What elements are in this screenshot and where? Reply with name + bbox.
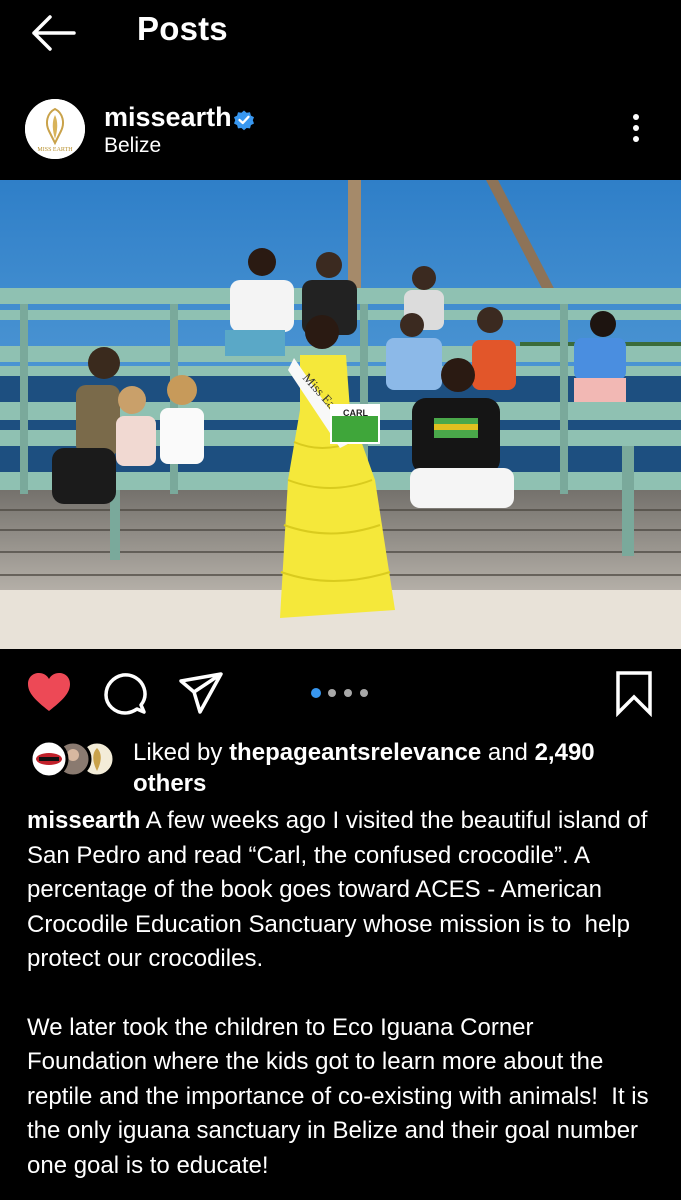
- carousel-dot: [344, 689, 352, 697]
- verified-badge-icon: [234, 110, 254, 131]
- post-header: MISS EARTH missearth Belize: [0, 96, 681, 168]
- carousel-dot: [328, 689, 336, 697]
- caption-spacer: [27, 977, 659, 1011]
- likes-others[interactable]: others: [133, 770, 206, 797]
- comment-icon[interactable]: [101, 669, 149, 717]
- logo-text: MISS EARTH: [37, 147, 73, 153]
- caption-paragraph: missearth A few weeks ago I visited the …: [27, 804, 659, 977]
- post-caption: missearth A few weeks ago I visited the …: [27, 804, 659, 1183]
- liked-by-user[interactable]: thepageantsrelevance: [229, 739, 481, 766]
- likes-row: Liked by thepageantsrelevance and 2,490 …: [0, 735, 681, 799]
- carousel-dot: [311, 688, 321, 698]
- top-bar: Posts: [0, 0, 681, 64]
- back-arrow-icon[interactable]: [28, 12, 78, 54]
- more-vertical-icon[interactable]: [618, 110, 654, 146]
- miss-earth-logo: MISS EARTH: [25, 99, 85, 159]
- caption-username[interactable]: missearth: [27, 807, 140, 834]
- likes-count[interactable]: 2,490: [535, 739, 595, 766]
- bookmark-icon[interactable]: [610, 669, 658, 717]
- action-bar: [0, 665, 681, 719]
- post-location[interactable]: Belize: [104, 134, 161, 158]
- likes-middle: and: [481, 739, 535, 766]
- page-title: Posts: [137, 10, 228, 47]
- carousel-dots: [311, 688, 368, 698]
- carousel-dot: [360, 689, 368, 697]
- avatar[interactable]: MISS EARTH: [25, 99, 85, 159]
- book-text: CARL: [343, 408, 368, 418]
- post-photo[interactable]: Miss Ea CARL: [0, 180, 681, 649]
- likes-prefix: Liked by: [133, 739, 230, 766]
- post-username[interactable]: missearth: [104, 102, 232, 133]
- caption-text-2: We later took the children to Eco Iguana…: [27, 1013, 656, 1179]
- liker-avatars[interactable]: [29, 739, 119, 779]
- heart-icon[interactable]: [25, 669, 73, 717]
- share-icon[interactable]: [177, 669, 225, 717]
- likes-text[interactable]: Liked by thepageantsrelevance and 2,490 …: [133, 737, 653, 799]
